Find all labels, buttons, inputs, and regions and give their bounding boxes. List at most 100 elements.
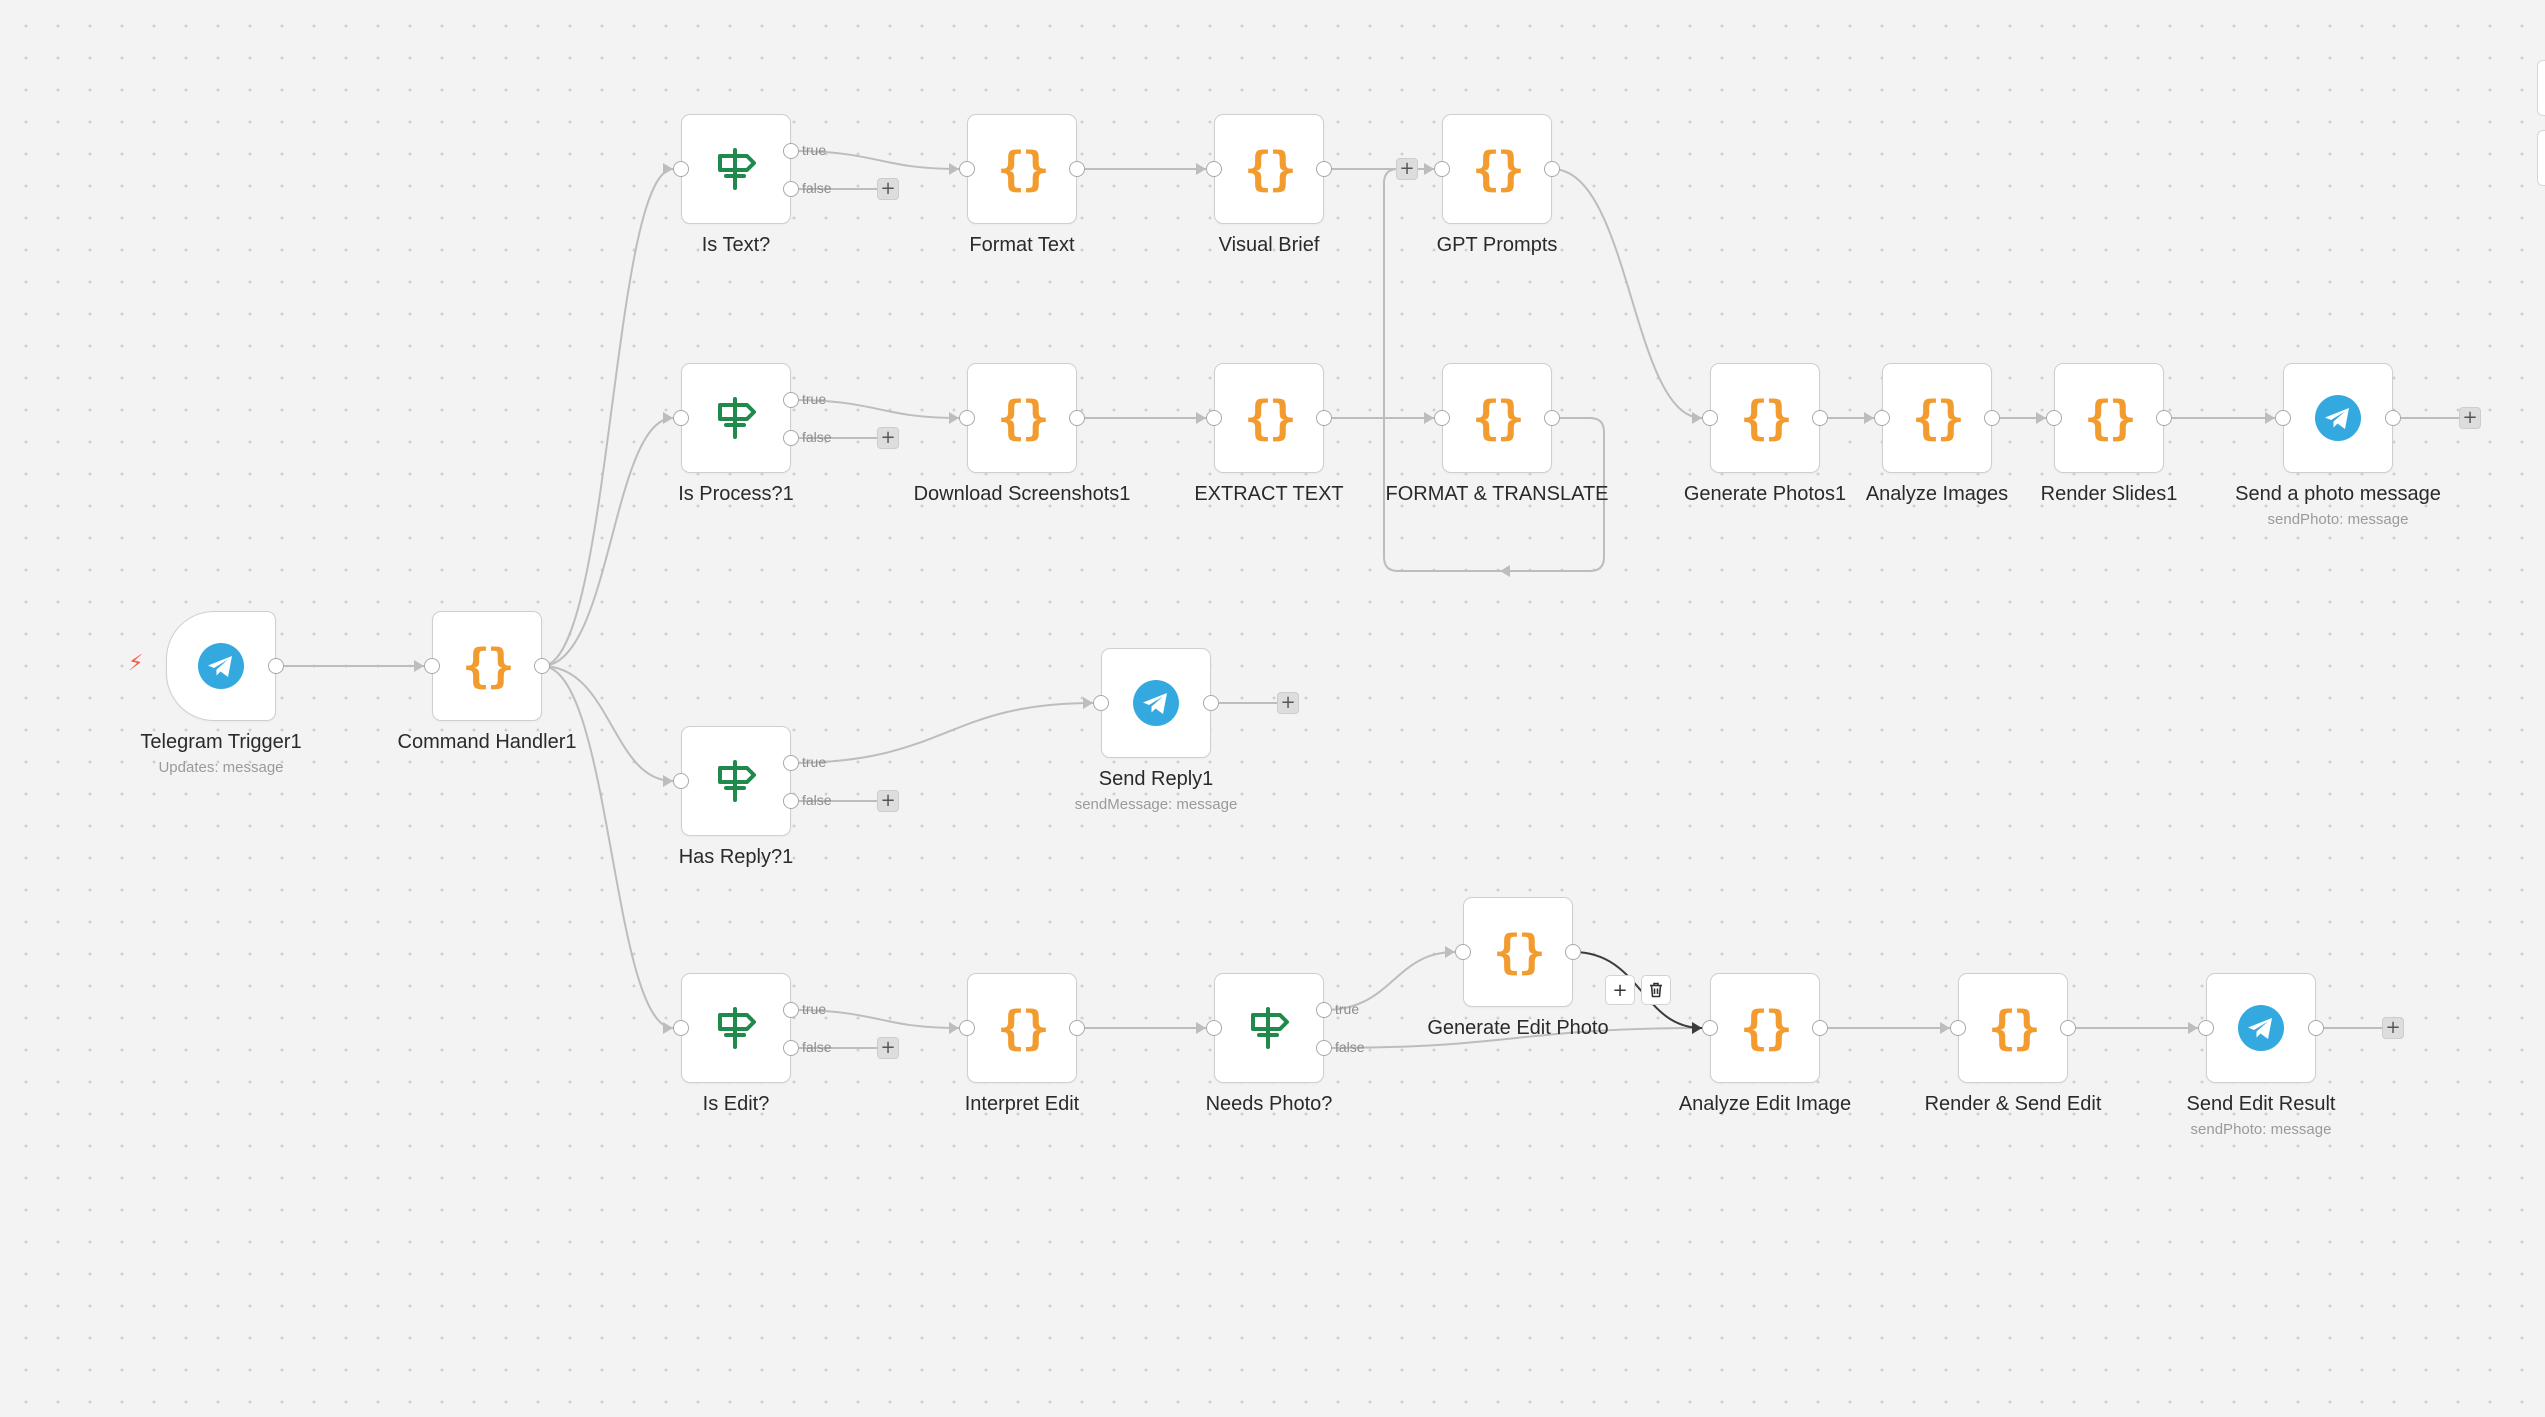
input-handle[interactable]: [1874, 410, 1890, 426]
interpret-edit-node[interactable]: {}: [967, 973, 1077, 1083]
false-output-handle[interactable]: [1316, 1040, 1332, 1056]
render-send-edit-node[interactable]: {}: [1958, 973, 2068, 1083]
output-handle[interactable]: [2060, 1020, 2076, 1036]
true-output-handle[interactable]: [783, 1002, 799, 1018]
input-handle[interactable]: [1206, 161, 1222, 177]
edge-arrow: [2036, 412, 2046, 424]
add-node-button[interactable]: +: [877, 1037, 899, 1059]
generate-photos-node[interactable]: {}: [1710, 363, 1820, 473]
output-handle[interactable]: [1069, 1020, 1085, 1036]
node-label: Has Reply?1: [678, 846, 794, 868]
input-handle[interactable]: [1206, 410, 1222, 426]
input-handle[interactable]: [673, 410, 689, 426]
true-output-handle[interactable]: [783, 143, 799, 159]
gpt-prompts-node[interactable]: {}: [1442, 114, 1552, 224]
side-panel-tab[interactable]: [2537, 130, 2545, 186]
add-node-button[interactable]: +: [877, 790, 899, 812]
output-handle[interactable]: [1316, 410, 1332, 426]
is-process-node[interactable]: [681, 363, 791, 473]
input-handle[interactable]: [1434, 410, 1450, 426]
output-handle[interactable]: [1203, 695, 1219, 711]
output-handle[interactable]: [1812, 410, 1828, 426]
false-output-handle[interactable]: [783, 1040, 799, 1056]
input-handle[interactable]: [673, 1020, 689, 1036]
command-branch-edge[interactable]: [541, 665, 674, 782]
input-handle[interactable]: [673, 161, 689, 177]
telegram-icon: [1132, 679, 1180, 727]
format-translate-node[interactable]: {}: [1442, 363, 1552, 473]
true-output-handle[interactable]: [783, 392, 799, 408]
extract-text-node[interactable]: {}: [1214, 363, 1324, 473]
telegram-trigger-node[interactable]: [166, 611, 276, 721]
true-output-handle[interactable]: [1316, 1002, 1332, 1018]
workflow-canvas[interactable]: Telegram Trigger1 Updates: message{} Comma…: [0, 0, 2545, 1417]
output-handle[interactable]: [1316, 161, 1332, 177]
command-handler-node[interactable]: {}: [432, 611, 542, 721]
command-branch-edge[interactable]: [541, 417, 674, 667]
analyze-images-node[interactable]: {}: [1882, 363, 1992, 473]
connection-edge[interactable]: [1551, 168, 1703, 419]
input-handle[interactable]: [2198, 1020, 2214, 1036]
generate-edit-photo-node[interactable]: {}: [1463, 897, 1573, 1007]
has-reply-node[interactable]: [681, 726, 791, 836]
is-text-node[interactable]: [681, 114, 791, 224]
render-slides-node[interactable]: {}: [2054, 363, 2164, 473]
edge-add-button[interactable]: +: [1605, 975, 1635, 1005]
input-handle[interactable]: [959, 410, 975, 426]
add-node-button[interactable]: +: [1277, 692, 1299, 714]
add-node-button[interactable]: +: [877, 427, 899, 449]
output-handle[interactable]: [1069, 410, 1085, 426]
edge-arrow: [1196, 163, 1206, 175]
input-handle[interactable]: [1093, 695, 1109, 711]
send-edit-result-node[interactable]: [2206, 973, 2316, 1083]
add-node-button[interactable]: +: [877, 178, 899, 200]
output-handle[interactable]: [1984, 410, 2000, 426]
input-handle[interactable]: [1702, 1020, 1718, 1036]
add-node-button[interactable]: +: [2382, 1017, 2404, 1039]
output-handle[interactable]: [1544, 161, 1560, 177]
output-handle[interactable]: [1544, 410, 1560, 426]
visual-brief-node[interactable]: {}: [1214, 114, 1324, 224]
input-handle[interactable]: [959, 161, 975, 177]
send-photo-message-node[interactable]: [2283, 363, 2393, 473]
side-panel-tab[interactable]: [2537, 60, 2545, 116]
edge-delete-button[interactable]: [1641, 975, 1671, 1005]
false-output-handle[interactable]: [783, 181, 799, 197]
input-handle[interactable]: [1206, 1020, 1222, 1036]
code-braces-icon: {}: [1493, 925, 1545, 979]
output-handle[interactable]: [1812, 1020, 1828, 1036]
format-text-node[interactable]: {}: [967, 114, 1077, 224]
output-handle[interactable]: [2385, 410, 2401, 426]
input-handle[interactable]: [1950, 1020, 1966, 1036]
false-output-handle[interactable]: [783, 430, 799, 446]
input-handle[interactable]: [424, 658, 440, 674]
input-handle[interactable]: [1434, 161, 1450, 177]
edge-arrow: [663, 1022, 673, 1034]
signpost-icon: [713, 146, 759, 192]
input-handle[interactable]: [673, 773, 689, 789]
code-braces-icon: {}: [462, 639, 514, 693]
input-handle[interactable]: [1455, 944, 1471, 960]
connection-edge[interactable]: [790, 702, 1094, 764]
needs-photo-node[interactable]: [1214, 973, 1324, 1083]
is-edit-node[interactable]: [681, 973, 791, 1083]
download-screenshots-node[interactable]: {}: [967, 363, 1077, 473]
edge-arrow: [1864, 412, 1874, 424]
send-reply-node[interactable]: [1101, 648, 1211, 758]
true-output-handle[interactable]: [783, 755, 799, 771]
false-branch-label: false: [802, 429, 832, 445]
false-output-handle[interactable]: [783, 793, 799, 809]
add-node-button[interactable]: +: [2459, 407, 2481, 429]
input-handle[interactable]: [2275, 410, 2291, 426]
add-node-button[interactable]: +: [1396, 158, 1418, 180]
output-handle[interactable]: [268, 658, 284, 674]
output-handle[interactable]: [534, 658, 550, 674]
output-handle[interactable]: [2308, 1020, 2324, 1036]
input-handle[interactable]: [1702, 410, 1718, 426]
output-handle[interactable]: [2156, 410, 2172, 426]
output-handle[interactable]: [1069, 161, 1085, 177]
output-handle[interactable]: [1565, 944, 1581, 960]
input-handle[interactable]: [2046, 410, 2062, 426]
input-handle[interactable]: [959, 1020, 975, 1036]
analyze-edit-image-node[interactable]: {}: [1710, 973, 1820, 1083]
